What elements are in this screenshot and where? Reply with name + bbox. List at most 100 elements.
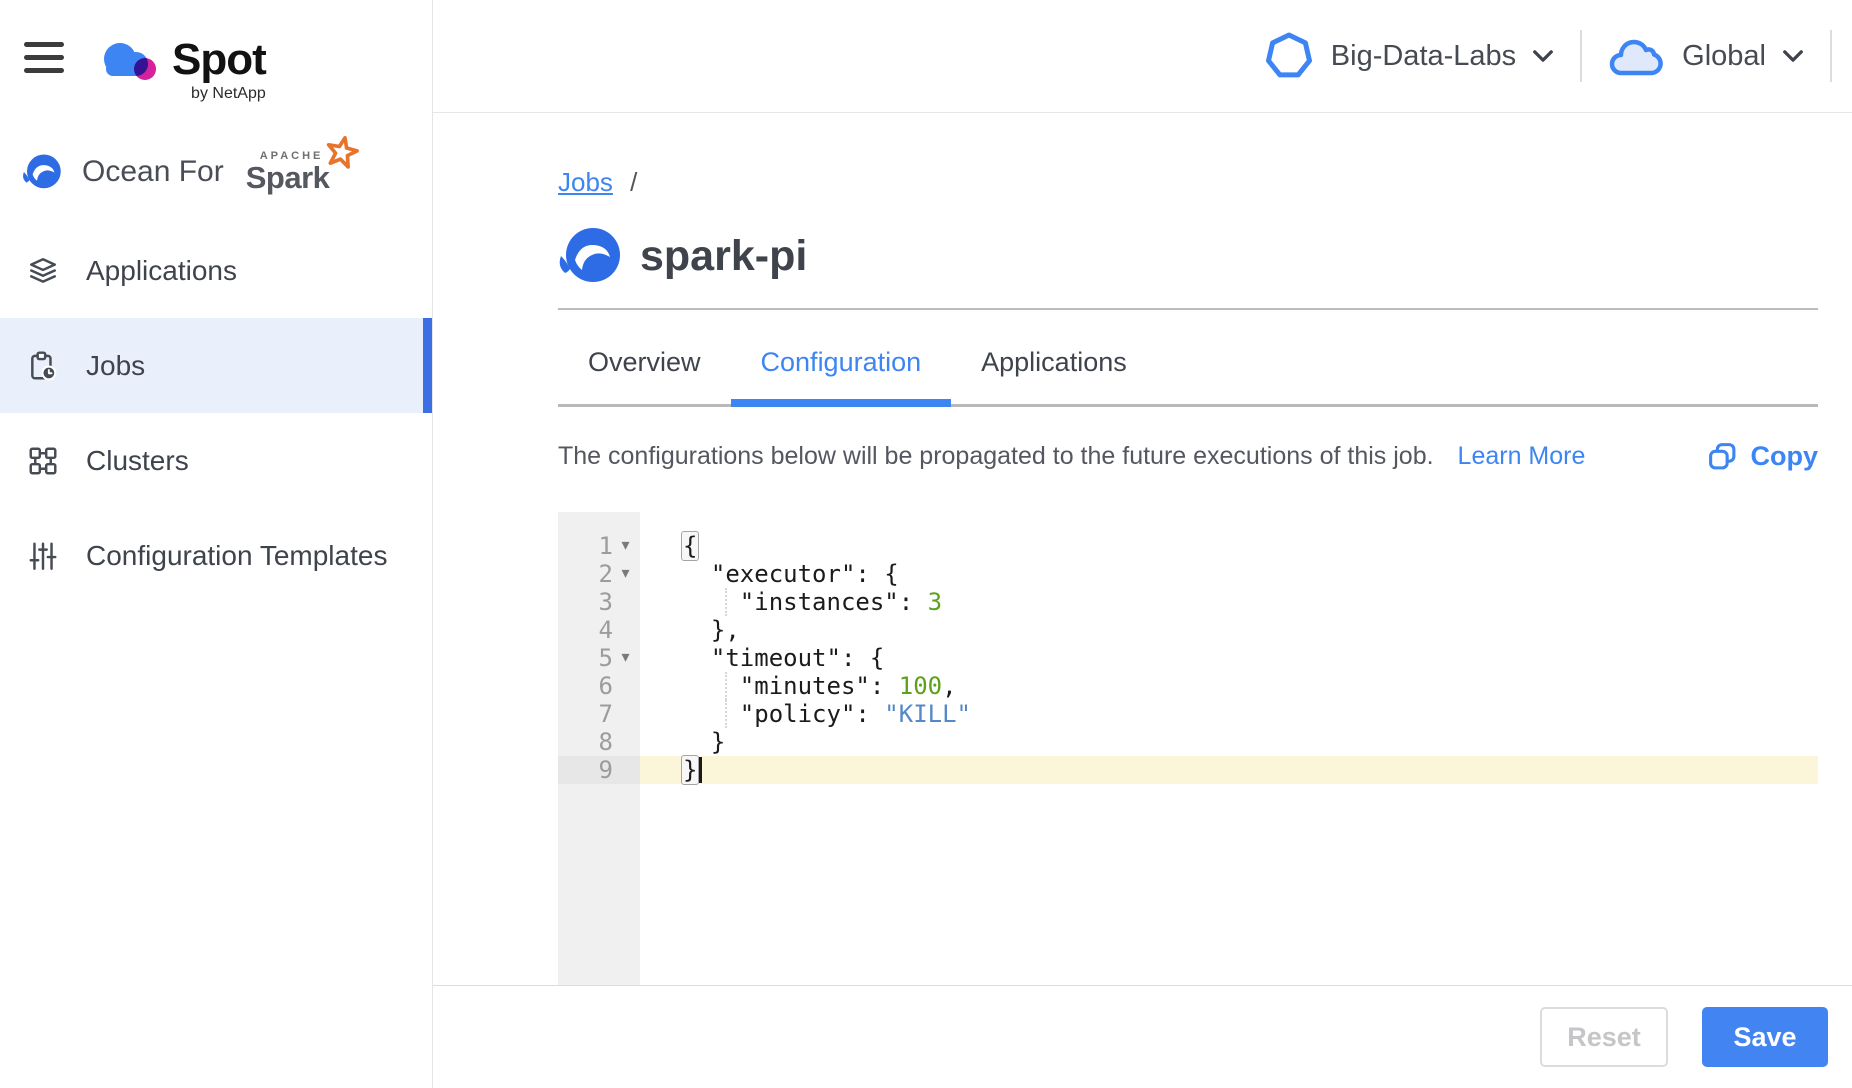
scope-name: Global bbox=[1682, 40, 1766, 73]
code-line[interactable]: 1▾{ bbox=[558, 532, 1818, 560]
footer: Reset Save bbox=[433, 985, 1852, 1088]
job-wave-icon bbox=[558, 224, 622, 288]
tab-overview[interactable]: Overview bbox=[558, 310, 731, 404]
copy-button[interactable]: Copy bbox=[1707, 441, 1819, 472]
code-line[interactable]: 4 }, bbox=[558, 616, 1818, 644]
sidebar-item-jobs[interactable]: Jobs bbox=[0, 318, 432, 413]
matched-bracket: } bbox=[681, 755, 699, 785]
tabs: Overview Configuration Applications bbox=[558, 310, 1818, 407]
spot-cloud-icon bbox=[96, 38, 162, 86]
text-cursor bbox=[699, 757, 702, 783]
tab-configuration[interactable]: Configuration bbox=[731, 310, 952, 404]
scope-selector[interactable]: Global bbox=[1608, 33, 1804, 79]
product-name: Ocean For bbox=[82, 155, 224, 189]
page-title: spark-pi bbox=[640, 232, 807, 281]
line-number: 4 bbox=[599, 616, 613, 644]
title-row: spark-pi bbox=[558, 224, 1818, 288]
line-number: 2 bbox=[599, 560, 613, 588]
org-selector[interactable]: Big-Data-Labs bbox=[1263, 29, 1554, 83]
code-token: } bbox=[682, 728, 725, 756]
line-number-cell: 4 bbox=[558, 616, 640, 644]
code-line[interactable]: 7 "policy": "KILL" bbox=[558, 700, 1818, 728]
tab-applications[interactable]: Applications bbox=[951, 310, 1157, 404]
learn-more-link[interactable]: Learn More bbox=[1458, 442, 1586, 471]
copy-icon bbox=[1707, 441, 1738, 472]
line-number-cell: 5▾ bbox=[558, 644, 640, 672]
code-text[interactable]: { bbox=[640, 532, 1818, 560]
line-number-cell: 2▾ bbox=[558, 560, 640, 588]
sidebar-item-label: Jobs bbox=[86, 350, 145, 382]
line-number: 6 bbox=[599, 672, 613, 700]
brand-name: Spot bbox=[172, 38, 266, 82]
code-line[interactable]: 6 "minutes": 100, bbox=[558, 672, 1818, 700]
spark-star-icon bbox=[325, 135, 359, 169]
code-line[interactable]: 8 } bbox=[558, 728, 1818, 756]
sidebar-item-label: Applications bbox=[86, 255, 237, 287]
breadcrumb: Jobs / bbox=[558, 167, 1818, 198]
code-text[interactable]: "policy": "KILL" bbox=[640, 700, 1818, 728]
line-number-cell: 3 bbox=[558, 588, 640, 616]
code-line[interactable]: 3 "instances": 3 bbox=[558, 588, 1818, 616]
nav-ocean-for-spark[interactable]: Ocean For APACHE Spark bbox=[22, 147, 432, 197]
line-number-cell: 6 bbox=[558, 672, 640, 700]
code-token: "KILL" bbox=[884, 700, 971, 728]
line-number: 8 bbox=[599, 728, 613, 756]
sidebar-nav: Applications Jobs bbox=[0, 223, 432, 603]
chevron-down-icon bbox=[1782, 49, 1804, 63]
code-editor[interactable]: 1▾{2▾ "executor": {3 "instances": 34 },5… bbox=[558, 512, 1818, 985]
sliders-icon bbox=[26, 540, 60, 572]
line-number: 3 bbox=[599, 588, 613, 616]
code-text[interactable]: "minutes": 100, bbox=[640, 672, 1818, 700]
ocean-wave-icon bbox=[22, 152, 62, 192]
code-line[interactable]: 9} bbox=[558, 756, 1818, 784]
code-token: }, bbox=[682, 616, 740, 644]
breadcrumb-jobs-link[interactable]: Jobs bbox=[558, 167, 613, 197]
code-text[interactable]: "executor": { bbox=[640, 560, 1818, 588]
menu-icon[interactable] bbox=[24, 42, 64, 73]
code-token: 3 bbox=[928, 588, 942, 616]
save-button[interactable]: Save bbox=[1702, 1007, 1828, 1067]
code-text[interactable]: } bbox=[640, 728, 1818, 756]
sidebar-item-clusters[interactable]: Clusters bbox=[0, 413, 432, 508]
indent-guide bbox=[725, 700, 727, 728]
config-description: The configurations below will be propaga… bbox=[558, 442, 1434, 471]
apache-spark-logo: APACHE Spark bbox=[246, 151, 356, 193]
app-window: Spot by NetApp Ocean For APACHE Spark bbox=[0, 0, 1852, 1088]
sidebar-item-applications[interactable]: Applications bbox=[0, 223, 432, 318]
code-text[interactable]: } bbox=[640, 756, 1818, 784]
code-token: "timeout": { bbox=[682, 644, 884, 672]
top-header: Big-Data-Labs Global bbox=[433, 0, 1852, 113]
fold-arrow-icon[interactable]: ▾ bbox=[616, 644, 635, 672]
sidebar-item-configuration-templates[interactable]: Configuration Templates bbox=[0, 508, 432, 603]
fold-arrow-icon[interactable]: ▾ bbox=[616, 532, 635, 560]
sidebar-item-label: Configuration Templates bbox=[86, 540, 387, 572]
header-divider bbox=[1580, 30, 1582, 82]
layers-icon bbox=[26, 255, 60, 287]
fold-arrow-icon[interactable]: ▾ bbox=[616, 560, 635, 588]
line-number: 5 bbox=[599, 644, 613, 672]
code-token: "minutes": bbox=[682, 672, 899, 700]
line-number: 7 bbox=[599, 700, 613, 728]
breadcrumb-separator: / bbox=[630, 167, 637, 197]
cluster-icon bbox=[26, 445, 60, 477]
code-line[interactable]: 2▾ "executor": { bbox=[558, 560, 1818, 588]
org-name: Big-Data-Labs bbox=[1331, 40, 1516, 73]
line-number: 9 bbox=[599, 756, 613, 784]
description-row: The configurations below will be propaga… bbox=[558, 441, 1818, 472]
code-line[interactable]: 5▾ "timeout": { bbox=[558, 644, 1818, 672]
brand-byline: by NetApp bbox=[191, 85, 266, 103]
reset-button[interactable]: Reset bbox=[1540, 1007, 1668, 1067]
cloud-icon bbox=[1608, 33, 1666, 79]
code-text[interactable]: "timeout": { bbox=[640, 644, 1818, 672]
sidebar-item-label: Clusters bbox=[86, 445, 189, 477]
code-text[interactable]: }, bbox=[640, 616, 1818, 644]
line-number: 1 bbox=[599, 532, 613, 560]
indent-guide bbox=[725, 672, 727, 700]
job-configuration-page: Jobs / spark-pi Overview Configuration A… bbox=[433, 113, 1852, 985]
code-token: "executor": { bbox=[682, 560, 899, 588]
sidebar: Spot by NetApp Ocean For APACHE Spark bbox=[0, 0, 433, 1088]
line-number-cell: 1▾ bbox=[558, 532, 640, 560]
code-text[interactable]: "instances": 3 bbox=[640, 588, 1818, 616]
line-number-cell: 8 bbox=[558, 728, 640, 756]
chevron-down-icon bbox=[1532, 49, 1554, 63]
